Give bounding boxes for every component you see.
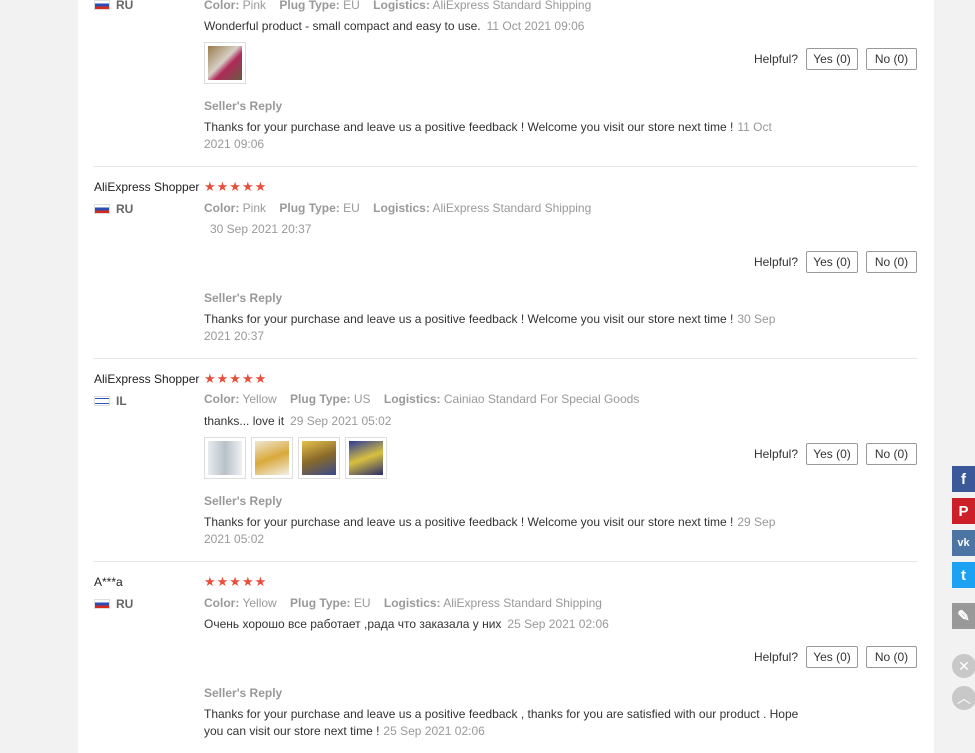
review-attributes: Color: Yellow Plug Type: US Logistics: C… <box>204 392 640 406</box>
helpful-label: Helpful? <box>753 52 798 66</box>
rating-stars: ★★★★★ <box>204 179 268 194</box>
helpful-no-button[interactable]: No (0) <box>866 443 917 465</box>
pinterest-icon[interactable]: P <box>952 498 975 524</box>
vk-icon[interactable]: vk <box>952 530 975 556</box>
russia-flag-icon <box>94 599 110 609</box>
helpful-no-button[interactable]: No (0) <box>866 646 917 668</box>
close-icon[interactable]: ✕ <box>952 654 975 678</box>
review-attributes: Color: Yellow Plug Type: EU Logistics: A… <box>204 596 602 610</box>
helpful-vote: Helpful? Yes (0) No (0) <box>754 48 917 70</box>
facebook-icon[interactable]: f <box>952 466 975 492</box>
helpful-yes-button[interactable]: Yes (0) <box>806 251 858 273</box>
russia-flag-icon <box>94 204 110 214</box>
seller-reply-text: Thanks for your purchase and leave us a … <box>204 707 799 738</box>
helpful-label: Helpful? <box>753 447 798 461</box>
review-item: A***a ★★★★★ RU Color: Yellow Plug Type: … <box>94 562 917 753</box>
helpful-vote: Helpful? Yes (0) No (0) <box>754 646 917 668</box>
review-text: 30 Sep 2021 20:37 <box>210 222 312 236</box>
review-photo[interactable] <box>345 437 387 479</box>
review-photos <box>204 437 387 479</box>
seller-reply-text: Thanks for your purchase and leave us a … <box>204 515 776 546</box>
seller-reply-title: Seller's Reply <box>204 494 283 508</box>
seller-reply-title: Seller's Reply <box>204 291 283 305</box>
review-text: Очень хорошо все работает ,рада что зака… <box>204 617 609 631</box>
twitter-icon[interactable]: t <box>952 562 975 588</box>
helpful-no-button[interactable]: No (0) <box>866 48 917 70</box>
russia-flag-icon <box>94 0 110 10</box>
review-photos <box>204 42 246 84</box>
rating-stars: ★★★★★ <box>204 371 268 386</box>
helpful-label: Helpful? <box>753 255 798 269</box>
helpful-vote: Helpful? Yes (0) No (0) <box>754 251 917 273</box>
reviewer-country: RU <box>94 0 133 12</box>
seller-reply-text: Thanks for your purchase and leave us a … <box>204 312 776 343</box>
reviewer-country: IL <box>94 394 127 408</box>
reviewer-country: RU <box>94 202 133 216</box>
review-photo[interactable] <box>298 437 340 479</box>
review-photo[interactable] <box>251 437 293 479</box>
helpful-no-button[interactable]: No (0) <box>866 251 917 273</box>
back-to-top-icon[interactable]: ︿ <box>952 686 975 710</box>
review-item: AliExpress Shopper ★★★★★ RU Color: Pink … <box>94 167 917 357</box>
helpful-label: Helpful? <box>753 650 798 664</box>
seller-reply-title: Seller's Reply <box>204 99 283 113</box>
review-attributes: Color: Pink Plug Type: EU Logistics: Ali… <box>204 201 592 215</box>
review-photo[interactable] <box>204 42 246 84</box>
helpful-vote: Helpful? Yes (0) No (0) <box>754 443 917 465</box>
reviewer-country: RU <box>94 597 133 611</box>
helpful-yes-button[interactable]: Yes (0) <box>806 646 858 668</box>
review-item: AliExpress Shopper ★★★★★ IL Color: Yello… <box>94 359 917 561</box>
edit-icon[interactable]: ✎ <box>952 603 975 629</box>
reviewer-name: AliExpress Shopper <box>94 372 200 386</box>
seller-reply-text: Thanks for your purchase and leave us a … <box>204 120 772 151</box>
reviewer-name: AliExpress Shopper <box>94 180 200 194</box>
review-text: thanks... love it 29 Sep 2021 05:02 <box>204 414 392 428</box>
israel-flag-icon <box>94 396 110 406</box>
review-text: Wonderful product - small compact and ea… <box>204 19 585 33</box>
helpful-yes-button[interactable]: Yes (0) <box>806 443 858 465</box>
helpful-yes-button[interactable]: Yes (0) <box>806 48 858 70</box>
review-item: RU Color: Pink Plug Type: EU Logistics: … <box>94 0 917 166</box>
review-photo[interactable] <box>204 437 246 479</box>
rating-stars: ★★★★★ <box>204 574 268 589</box>
review-attributes: Color: Pink Plug Type: EU Logistics: Ali… <box>204 0 592 12</box>
seller-reply-title: Seller's Reply <box>204 686 283 700</box>
reviewer-name: A***a <box>94 575 123 589</box>
